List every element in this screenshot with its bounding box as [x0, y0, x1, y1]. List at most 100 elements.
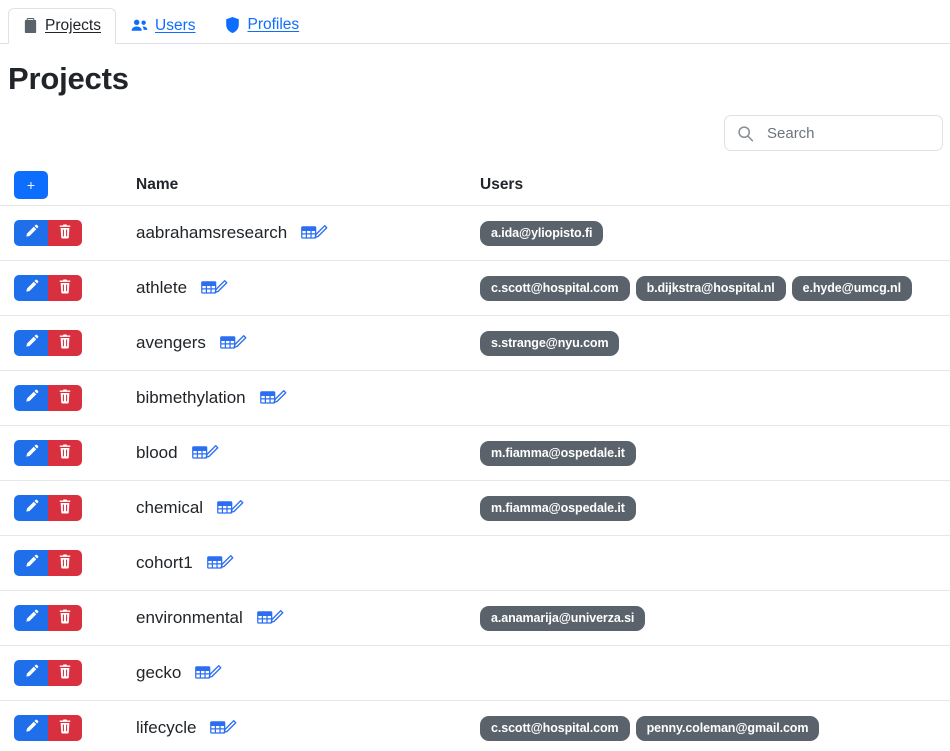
pencil-icon [24, 224, 39, 242]
delete-project-button[interactable] [48, 385, 82, 411]
project-name: athlete [136, 278, 188, 297]
trash-icon [58, 444, 72, 462]
tab-projects[interactable]: Projects [8, 7, 116, 44]
row-name-cell: aabrahamsresearch [136, 223, 480, 243]
delete-project-button[interactable] [48, 440, 82, 466]
user-badge[interactable]: penny.coleman@gmail.com [635, 715, 820, 741]
row-action-group [14, 385, 82, 411]
delete-project-button[interactable] [48, 550, 82, 576]
row-name-cell: athlete [136, 278, 480, 298]
row-actions [0, 715, 136, 741]
table-header-row: + Name Users [0, 165, 950, 206]
table-row: bibmethylation [0, 371, 950, 426]
trash-icon [58, 499, 72, 517]
table-grid-edit-icon[interactable] [206, 554, 234, 573]
tab-users[interactable]: Users [116, 8, 210, 45]
user-badge[interactable]: e.hyde@umcg.nl [791, 275, 912, 301]
pencil-icon [24, 499, 39, 517]
table-grid-edit-icon[interactable] [220, 334, 247, 353]
add-project-button[interactable]: + [14, 171, 48, 199]
project-name: aabrahamsresearch [136, 223, 288, 242]
edit-project-button[interactable] [14, 220, 48, 246]
user-badge[interactable]: c.scott@hospital.com [480, 715, 630, 741]
table-grid-edit-icon[interactable] [191, 444, 219, 463]
delete-project-button[interactable] [48, 220, 82, 246]
row-action-group [14, 550, 82, 576]
tab-users-label: Users [155, 16, 196, 34]
row-actions [0, 495, 136, 521]
table-row: blood m.fiamma@ospedale.it [0, 426, 950, 481]
edit-project-button[interactable] [14, 330, 48, 356]
user-badge[interactable]: c.scott@hospital.com [480, 275, 630, 301]
edit-project-button[interactable] [14, 385, 48, 411]
table-grid-edit-icon[interactable] [256, 609, 284, 628]
delete-project-button[interactable] [48, 660, 82, 686]
edit-project-button[interactable] [14, 715, 48, 741]
row-users-cell: m.fiamma@ospedale.it [480, 495, 950, 521]
trash-icon [58, 554, 72, 572]
user-badge[interactable]: m.fiamma@ospedale.it [480, 495, 636, 521]
table-grid-edit-icon[interactable] [195, 664, 222, 683]
user-badge[interactable]: a.ida@yliopisto.fi [480, 220, 604, 246]
user-badge[interactable]: s.strange@nyu.com [480, 330, 620, 356]
row-action-group [14, 660, 82, 686]
edit-project-button[interactable] [14, 440, 48, 466]
edit-project-button[interactable] [14, 275, 48, 301]
table-grid-edit-icon[interactable] [259, 389, 287, 408]
pencil-icon [24, 664, 39, 682]
delete-project-button[interactable] [48, 605, 82, 631]
trash-icon [58, 389, 72, 407]
row-action-group [14, 440, 82, 466]
search-input[interactable] [765, 123, 930, 143]
edit-project-button[interactable] [14, 495, 48, 521]
user-badge[interactable]: b.dijkstra@hospital.nl [635, 275, 786, 301]
row-actions [0, 440, 136, 466]
search-box[interactable] [724, 115, 943, 151]
table-row: cohort1 [0, 536, 950, 591]
delete-project-button[interactable] [48, 715, 82, 741]
edit-project-button[interactable] [14, 550, 48, 576]
table-grid-edit-icon[interactable] [217, 499, 244, 518]
tab-profiles[interactable]: Profiles [210, 7, 314, 44]
trash-icon [58, 664, 72, 682]
table-row: chemical m.fiamma@ospedale.it [0, 481, 950, 536]
edit-project-button[interactable] [14, 605, 48, 631]
delete-project-button[interactable] [48, 495, 82, 521]
row-name-cell: bibmethylation [136, 388, 480, 408]
pencil-icon [24, 334, 39, 352]
people-icon [131, 18, 148, 33]
page-title: Projects [8, 61, 129, 96]
table-grid-edit-icon[interactable] [210, 719, 237, 738]
table-row: gecko [0, 646, 950, 701]
tab-bar: Projects Users Profiles [0, 0, 950, 44]
edit-project-button[interactable] [14, 660, 48, 686]
search-area [0, 97, 950, 151]
table-grid-edit-icon[interactable] [201, 279, 228, 298]
row-action-group [14, 715, 82, 741]
delete-project-button[interactable] [48, 330, 82, 356]
pencil-icon [24, 719, 39, 737]
table-row: avengers s.strange@nyu.com [0, 316, 950, 371]
delete-project-button[interactable] [48, 275, 82, 301]
row-action-group [14, 495, 82, 521]
table-row: athlete c.scott@hospital.com b.dijkstra@ho… [0, 261, 950, 316]
row-action-group [14, 330, 82, 356]
row-users-cell: c.scott@hospital.com b.dijkstra@hospital.… [480, 275, 950, 301]
pencil-icon [24, 609, 39, 627]
row-actions [0, 220, 136, 246]
row-action-group [14, 220, 82, 246]
user-badge[interactable]: m.fiamma@ospedale.it [480, 440, 636, 466]
row-name-cell: avengers [136, 333, 480, 353]
project-name: environmental [136, 608, 243, 627]
table-grid-edit-icon[interactable] [301, 224, 328, 243]
pencil-icon [24, 554, 39, 572]
row-actions [0, 660, 136, 686]
trash-icon [58, 224, 72, 242]
row-name-cell: gecko [136, 663, 480, 683]
row-actions [0, 275, 136, 301]
project-name: lifecycle [136, 718, 197, 737]
row-users-cell: c.scott@hospital.com penny.coleman@gmail.… [480, 715, 950, 741]
row-actions [0, 330, 136, 356]
user-badge[interactable]: a.anamarija@univerza.si [480, 605, 646, 631]
project-name: chemical [136, 498, 204, 517]
